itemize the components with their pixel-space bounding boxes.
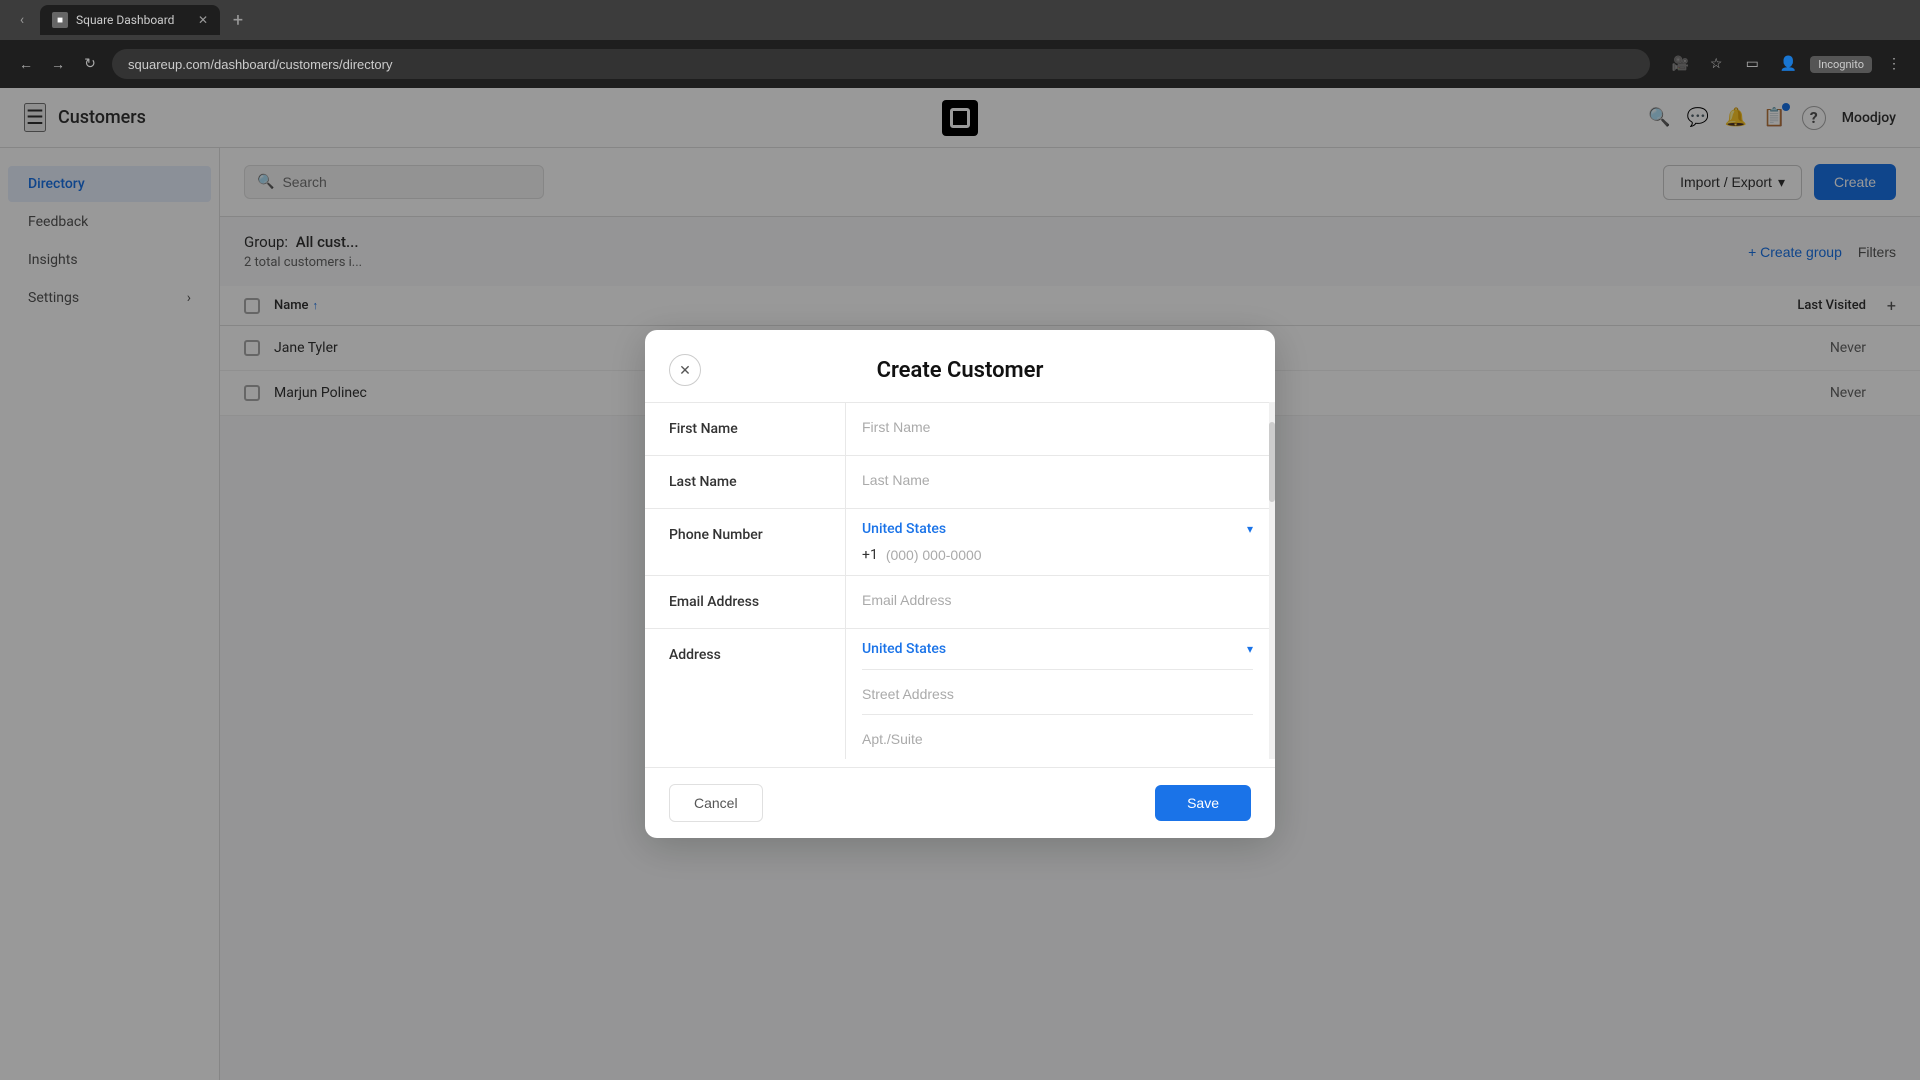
address-bar[interactable] [112,49,1650,79]
apt-suite-input[interactable] [862,727,1253,751]
star-icon[interactable]: ☆ [1702,50,1730,78]
profile-icon[interactable]: 👤 [1774,50,1802,78]
tab-close-button[interactable]: ✕ [198,13,208,27]
tab-favicon: ■ [52,12,68,28]
incognito-badge: Incognito [1810,56,1872,73]
email-address-field [845,576,1269,628]
phone-input-row: +1 [862,537,1253,575]
address-row: Address United States ▾ [645,628,1269,759]
refresh-button[interactable]: ↻ [76,50,104,78]
close-icon: ✕ [679,362,691,379]
phone-number-field: United States ▾ +1 [845,509,1269,575]
first-name-field [845,403,1269,455]
dialog-footer: Cancel Save [645,767,1275,838]
save-button[interactable]: Save [1155,785,1251,821]
last-name-input[interactable] [862,468,1253,492]
browser-addressbar: ← → ↻ 🎥 ☆ ▭ 👤 Incognito ⋮ [0,40,1920,88]
address-country-chevron-icon: ▾ [1247,642,1253,656]
email-address-input[interactable] [862,588,1253,612]
first-name-label: First Name [645,403,845,455]
email-address-row: Email Address [645,575,1269,628]
last-name-label: Last Name [645,456,845,508]
cancel-button[interactable]: Cancel [669,784,763,822]
phone-input[interactable] [886,547,1253,563]
dialog-body: First Name Last Name Phone Number [645,402,1275,767]
dialog-header: ✕ Create Customer [645,330,1275,402]
phone-number-row: Phone Number United States ▾ +1 [645,508,1269,575]
scroll-indicator [1269,402,1275,759]
phone-country-value: United States [862,521,946,537]
modal-overlay[interactable]: ✕ Create Customer First Name Last Name [0,88,1920,1080]
phone-country-chevron-icon: ▾ [1247,522,1253,536]
address-country-select[interactable]: United States ▾ [862,641,1253,669]
camera-off-icon: 🎥 [1666,50,1694,78]
last-name-row: Last Name [645,455,1269,508]
browser-tabbar: ‹ ■ Square Dashboard ✕ + [0,0,1920,40]
back-button[interactable]: ← [12,50,40,78]
menu-dots-icon[interactable]: ⋮ [1880,50,1908,78]
dialog-fields: First Name Last Name Phone Number [645,402,1269,759]
address-label: Address [645,629,845,759]
phone-prefix: +1 [862,547,878,563]
phone-country-select[interactable]: United States ▾ [862,521,1253,537]
new-tab-button[interactable]: + [224,6,252,34]
phone-number-label: Phone Number [645,509,845,575]
apt-address-row [862,714,1253,759]
dialog-close-button[interactable]: ✕ [669,354,701,386]
last-name-field [845,456,1269,508]
street-address-row [862,669,1253,714]
browser-tab-active[interactable]: ■ Square Dashboard ✕ [40,5,220,35]
first-name-input[interactable] [862,415,1253,439]
tab-title: Square Dashboard [76,13,190,27]
first-name-row: First Name [645,402,1269,455]
browser-actions: 🎥 ☆ ▭ 👤 Incognito ⋮ [1666,50,1908,78]
forward-button[interactable]: → [44,50,72,78]
browser-nav-buttons: ← → ↻ [12,50,104,78]
address-field: United States ▾ [845,629,1269,759]
email-address-label: Email Address [645,576,845,628]
tab-nav-button[interactable]: ‹ [8,6,36,34]
scroll-thumb[interactable] [1269,422,1275,502]
sidebar-icon[interactable]: ▭ [1738,50,1766,78]
street-address-input[interactable] [862,682,1253,706]
dialog-title: Create Customer [877,358,1044,383]
create-customer-dialog: ✕ Create Customer First Name Last Name [645,330,1275,838]
browser-chrome: ‹ ■ Square Dashboard ✕ + ← → ↻ 🎥 ☆ ▭ 👤 I… [0,0,1920,88]
address-country-value: United States [862,641,946,657]
